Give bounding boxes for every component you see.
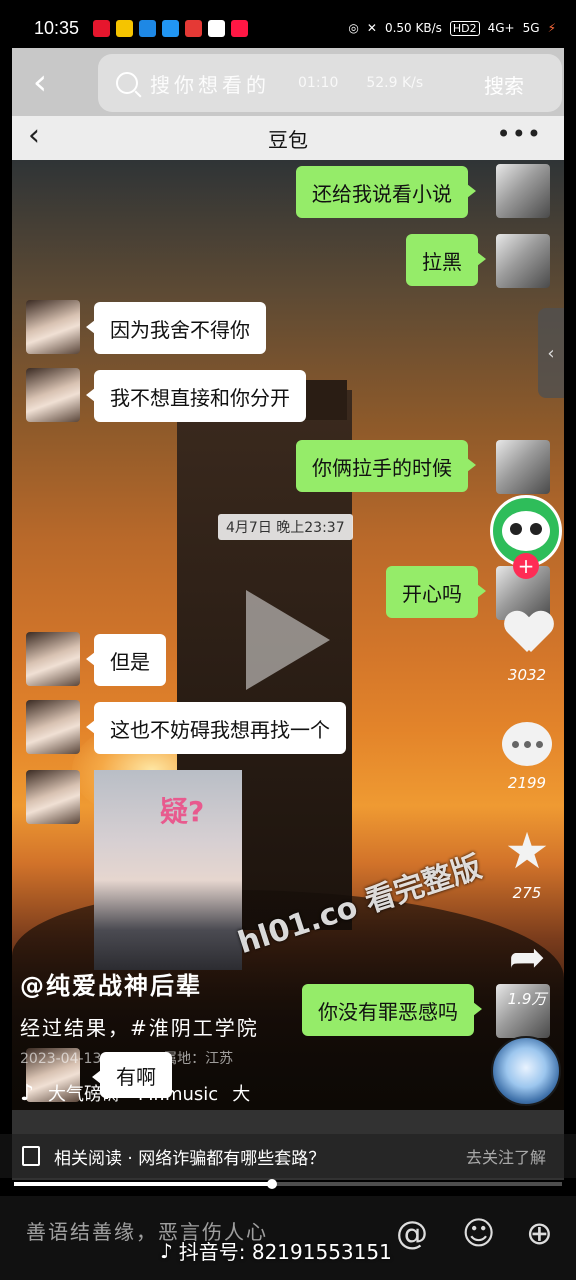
- more-icon: •••: [496, 120, 542, 148]
- share-icon: ➦: [508, 932, 546, 983]
- related-reading[interactable]: 相关阅读 · 网络诈骗都有哪些套路？ 去关注了解: [0, 1134, 576, 1178]
- weibo-icon: [93, 19, 111, 37]
- message-bubble: 我不想直接和你分开: [86, 370, 306, 422]
- message-bubble: 但是: [86, 634, 166, 686]
- mute-icon: ✕: [366, 21, 377, 35]
- search-button[interactable]: 搜索: [484, 70, 554, 99]
- map-pin-icon: [208, 19, 226, 37]
- message-bubble: 你俩拉手的时候: [296, 440, 476, 492]
- hd-badge: HD2: [449, 20, 480, 36]
- battery-icon: ⚡: [547, 21, 556, 35]
- avatar-her: [26, 368, 80, 422]
- status-time: 10:35: [34, 17, 80, 38]
- back-button[interactable]: ‹: [12, 48, 68, 116]
- comment-button[interactable]: [500, 722, 554, 766]
- comment-icon: [502, 722, 552, 766]
- like-count: 3032: [507, 666, 547, 684]
- progress-knob[interactable]: [266, 1179, 277, 1189]
- meituan-icon: [116, 19, 134, 37]
- avatar-her: [26, 300, 80, 354]
- message-bubble: 拉黑: [406, 234, 486, 286]
- listen-icon: [185, 19, 203, 37]
- avatar-her: [26, 632, 80, 686]
- music-title-tail: 大: [232, 1084, 251, 1105]
- baidu-icon: [139, 19, 157, 37]
- avatar-her: [26, 770, 80, 824]
- message-bubble: 开心吗: [386, 566, 486, 618]
- author-name[interactable]: @纯爱战神后辈: [20, 966, 202, 1001]
- avatar-me: [496, 440, 550, 494]
- share-button[interactable]: ➦: [500, 936, 554, 980]
- message-bubble: 还给我说看小说: [296, 166, 476, 218]
- douyin-logo-icon: ♪: [160, 1238, 173, 1263]
- search-icon: [116, 72, 138, 94]
- avatar-her: [26, 700, 80, 754]
- news-icon: [162, 19, 180, 37]
- net-speed: 0.50 KB/s: [384, 21, 442, 35]
- chat-header: ‹ 豆包 •••: [12, 116, 564, 160]
- progress-fill: [14, 1182, 272, 1186]
- message-bubble: 你没有罪恶感吗: [302, 984, 482, 1036]
- related-action[interactable]: 去关注了解: [466, 1144, 546, 1168]
- ghost-speed: 52.9 K/s: [366, 75, 424, 91]
- star-icon: ★: [504, 822, 550, 880]
- heart-icon: [505, 612, 549, 652]
- music-note-icon: ♪: [20, 1080, 35, 1106]
- favorite-count: 275: [512, 884, 542, 902]
- video-meta: 2023-04-13 13:4 · IP属地：江苏: [20, 1051, 234, 1067]
- signal-5g: 5G: [522, 21, 540, 35]
- app-icon: [231, 19, 249, 37]
- related-label: 相关阅读 · 网络诈骗都有哪些套路？: [54, 1148, 326, 1169]
- panda-icon: [502, 511, 550, 551]
- avatar-me: [496, 164, 550, 218]
- search-placeholder: 搜你想看的: [150, 72, 270, 97]
- music-disc[interactable]: [491, 1036, 561, 1106]
- chat-timestamp: 4月7日 晚上23:37: [218, 514, 353, 540]
- photo-sticker-text: 疑?: [160, 795, 205, 828]
- message-bubble: 这也不妨碍我想再找一个: [86, 702, 346, 754]
- photo-message: 疑?: [94, 770, 242, 970]
- douyin-id-text: 抖音号: 82191553151: [178, 1240, 392, 1264]
- follow-button[interactable]: +: [513, 553, 539, 579]
- like-button[interactable]: [500, 612, 554, 652]
- avatar-me: [496, 234, 550, 288]
- chat-back-icon: ‹: [28, 118, 40, 153]
- music-title: 大气磅礴 - Mr.music: [48, 1084, 219, 1105]
- notification-icons: [93, 19, 249, 37]
- video-description[interactable]: 经过结果，#淮阴工学院: [20, 1012, 259, 1041]
- message-bubble: 因为我舍不得你: [86, 302, 266, 354]
- favorite-button[interactable]: ★: [500, 826, 554, 876]
- add-icon[interactable]: ⊕: [526, 1214, 553, 1252]
- document-icon: [22, 1146, 40, 1166]
- music-line[interactable]: ♪ 大气磅礴 - Mr.music 大: [20, 1080, 250, 1106]
- alarm-icon: ◎: [348, 21, 359, 35]
- ghost-time: 01:10: [298, 75, 339, 91]
- mention-icon[interactable]: @: [396, 1214, 428, 1252]
- play-icon[interactable]: [246, 590, 330, 690]
- douyin-id: ♪ 抖音号: 82191553151: [160, 1236, 392, 1265]
- emoji-icon[interactable]: ☺: [462, 1214, 495, 1252]
- chat-title: 豆包: [268, 127, 308, 152]
- video-progress[interactable]: [14, 1179, 562, 1189]
- side-panel-handle[interactable]: ‹: [538, 308, 564, 398]
- comment-count: 2199: [507, 774, 547, 792]
- signal-4g: 4G+: [487, 21, 515, 35]
- share-count: 1.9万: [507, 990, 547, 1008]
